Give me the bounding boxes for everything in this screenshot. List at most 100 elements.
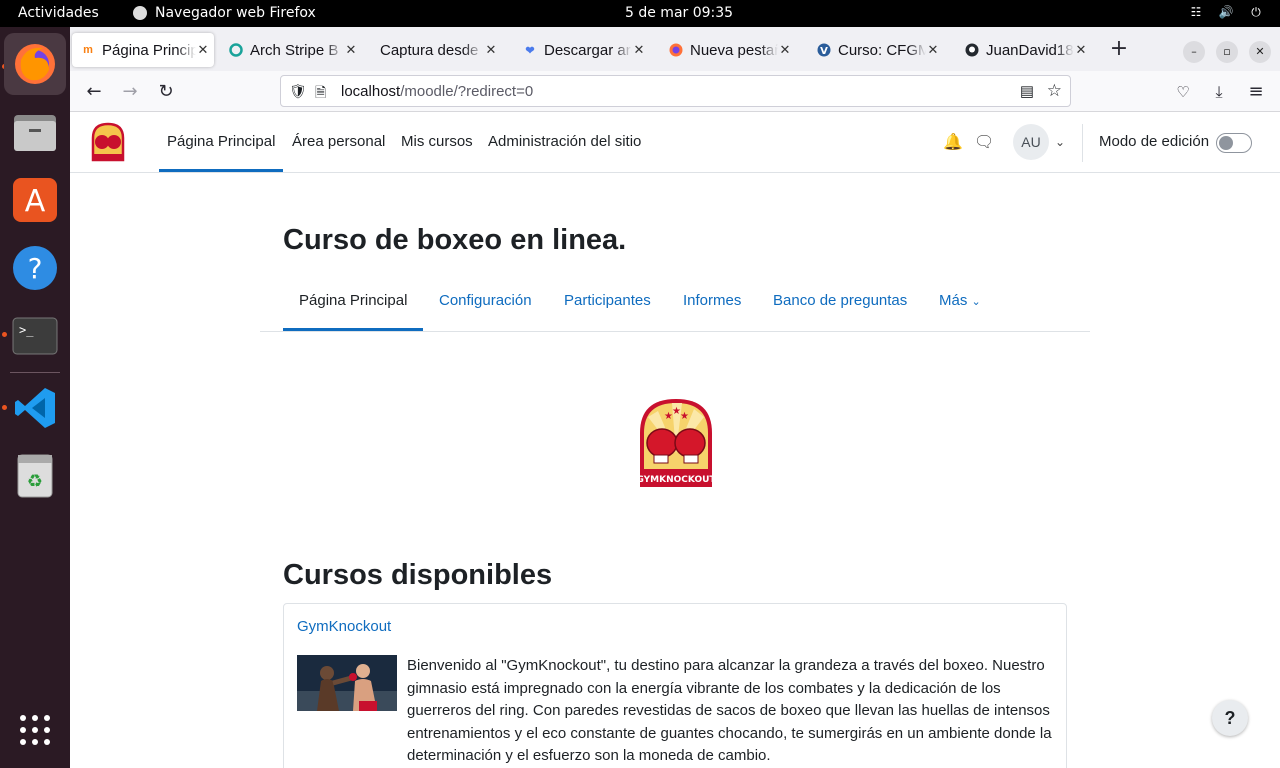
menu-icon[interactable]: ≡	[1243, 79, 1269, 105]
site-logo[interactable]	[91, 122, 125, 167]
close-tab-icon[interactable]: ✕	[1074, 42, 1088, 58]
system-top-bar: Actividades Navegador web Firefox 5 de m…	[0, 0, 1280, 27]
tab-label: Descargar arc	[544, 41, 632, 59]
secondary-nav: Página Principal Configuración Participa…	[260, 281, 1090, 332]
gymknockout-logo: ★ ★ ★ GYMKNOCKOUT	[636, 397, 716, 494]
nav-pagina-principal[interactable]: Página Principal	[159, 112, 284, 172]
files-icon[interactable]	[4, 101, 66, 163]
pocket-icon[interactable]: ♡	[1170, 79, 1196, 105]
page-title: Curso de boxeo en linea.	[283, 224, 627, 256]
header-divider	[1082, 124, 1083, 162]
app-name: Navegador web Firefox	[155, 5, 316, 21]
clock[interactable]: 5 de mar 09:35	[625, 5, 733, 21]
close-tab-icon[interactable]: ✕	[926, 42, 940, 58]
heart-favicon-icon: ❤	[525, 44, 535, 57]
terminal-icon[interactable]: >_	[4, 305, 66, 367]
tab-label: Nueva pestañ	[690, 41, 778, 59]
system-tray[interactable]: ☷ 🔊 ⏻	[1188, 4, 1264, 20]
firefox-icon[interactable]	[4, 33, 66, 95]
browser-nav-bar: ← → ↻ 🛡 🗎 localhost/moodle/?redirect=0 ▤…	[70, 71, 1280, 112]
tab-label: Página Principal	[102, 41, 196, 59]
course-card: GymKnockout Bienvenido al "GymKnockout",…	[283, 603, 1067, 768]
minimize-button[interactable]: –	[1183, 41, 1205, 63]
tab-pagina-principal[interactable]: m Página Principal ✕	[72, 33, 214, 67]
network-icon: ☷	[1190, 5, 1202, 19]
tab-arch-stripe[interactable]: Arch Stripe B ✕	[220, 33, 362, 67]
nav-mis-cursos[interactable]: Mis cursos	[401, 112, 473, 172]
reader-view-icon[interactable]: ▤	[1020, 82, 1034, 100]
tab-label: Curso: CFGM2	[838, 41, 926, 59]
show-apps-icon[interactable]	[4, 699, 66, 761]
svg-text:♻: ♻	[27, 471, 43, 492]
url-bar[interactable]: 🛡 🗎 localhost/moodle/?redirect=0 ▤ ☆	[280, 75, 1071, 107]
app-menu[interactable]: Navegador web Firefox	[133, 5, 316, 21]
close-tab-icon[interactable]: ✕	[196, 42, 210, 58]
bell-icon[interactable]: 🔔	[943, 132, 963, 152]
activities-button[interactable]: Actividades	[18, 5, 99, 21]
close-tab-icon[interactable]: ✕	[778, 42, 792, 58]
svg-text:>_: >_	[19, 323, 34, 337]
back-button[interactable]: ←	[81, 79, 107, 105]
tab-label: Captura desde 2(	[380, 41, 484, 59]
tab-pagina-principal[interactable]: Página Principal	[283, 281, 424, 331]
close-tab-icon[interactable]: ✕	[632, 42, 646, 58]
tab-configuracion[interactable]: Configuración	[439, 281, 532, 331]
bookmark-star-icon[interactable]: ☆	[1047, 81, 1062, 101]
nav-administracion[interactable]: Administración del sitio	[488, 112, 641, 172]
chevron-down-icon[interactable]: ⌄	[1055, 135, 1065, 149]
course-name-link[interactable]: GymKnockout	[297, 618, 391, 635]
edit-mode-label: Modo de edición	[1099, 133, 1210, 150]
logo-text: GYMKNOCKOUT	[638, 475, 714, 485]
downloads-icon[interactable]: ⤓	[1206, 79, 1232, 105]
main-content: Curso de boxeo en linea. Página Principa…	[70, 173, 1280, 768]
chat-icon[interactable]: 🗨	[974, 132, 994, 152]
avatar[interactable]: AU	[1013, 124, 1049, 160]
tab-nueva-pestana[interactable]: Nueva pestañ ✕	[660, 33, 796, 67]
shield-icon[interactable]: 🛡	[289, 83, 307, 100]
moodle-header: Página Principal Área personal Mis curso…	[70, 112, 1280, 173]
tab-label: JuanDavid18	[986, 41, 1074, 59]
github-favicon-icon	[964, 42, 980, 58]
tab-participantes[interactable]: Participantes	[564, 281, 651, 331]
close-tab-icon[interactable]: ✕	[344, 42, 358, 58]
help-button[interactable]: ?	[1212, 700, 1248, 736]
tab-curso-cfgm[interactable]: V Curso: CFGM2 ✕	[808, 33, 944, 67]
vscode-icon[interactable]	[4, 377, 66, 439]
tab-captura[interactable]: Captura desde 2( ✕	[366, 33, 502, 67]
v-favicon-icon: V	[816, 42, 832, 58]
close-window-button[interactable]: ✕	[1249, 41, 1271, 63]
svg-text:★: ★	[680, 411, 689, 422]
new-tab-button[interactable]: +	[1106, 36, 1132, 62]
svg-text:A: A	[25, 184, 46, 219]
forward-button[interactable]: →	[117, 79, 143, 105]
trash-icon[interactable]: ♻	[4, 445, 66, 507]
dock: A ? >_ ♻	[0, 27, 70, 768]
url-text[interactable]: localhost/moodle/?redirect=0	[341, 83, 533, 100]
moodle-favicon-icon: m	[83, 44, 93, 56]
course-description: Bienvenido al "GymKnockout", tu destino …	[407, 657, 1052, 765]
tab-banco-preguntas[interactable]: Banco de preguntas	[773, 281, 907, 331]
edit-mode-toggle[interactable]	[1216, 133, 1252, 153]
svg-text:V: V	[820, 46, 828, 57]
help-icon[interactable]: ?	[4, 237, 66, 299]
nav-area-personal[interactable]: Área personal	[292, 112, 385, 172]
course-image[interactable]	[297, 655, 397, 711]
firefox-favicon-icon	[668, 42, 684, 58]
close-tab-icon[interactable]: ✕	[484, 42, 498, 58]
tab-mas-label: Más	[939, 292, 968, 309]
tab-mas[interactable]: Más ⌄	[939, 281, 981, 331]
dock-separator	[10, 372, 60, 373]
tab-github[interactable]: JuanDavid18 ✕	[956, 33, 1092, 67]
svg-text:?: ?	[28, 252, 43, 285]
page-info-icon[interactable]: 🗎	[315, 82, 326, 106]
maximize-button[interactable]: ▫	[1216, 41, 1238, 63]
tab-descargar[interactable]: ❤ Descargar arc ✕	[514, 33, 650, 67]
firefox-small-icon	[133, 6, 147, 20]
available-courses-title: Cursos disponibles	[283, 559, 553, 591]
reload-button[interactable]: ↻	[153, 79, 179, 105]
app-center-icon[interactable]: A	[4, 169, 66, 231]
tab-informes[interactable]: Informes	[683, 281, 741, 331]
volume-icon: 🔊	[1218, 5, 1234, 19]
power-icon: ⏻	[1251, 5, 1261, 19]
tab-label: Arch Stripe B	[250, 41, 339, 59]
